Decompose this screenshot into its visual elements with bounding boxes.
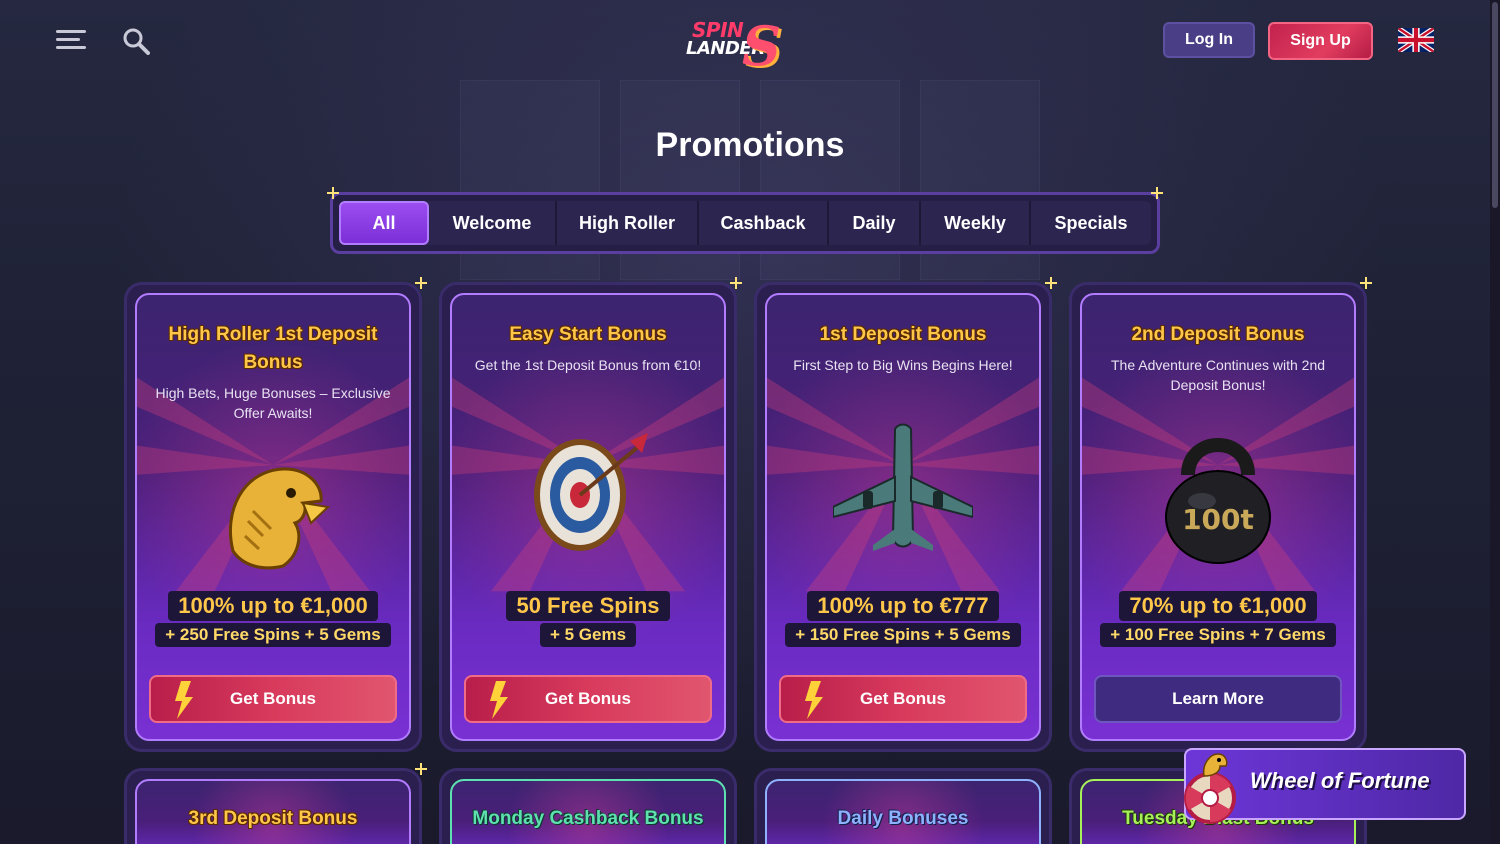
search-icon[interactable] — [122, 27, 150, 55]
offer-sub: + 250 Free Spins + 5 Gems — [137, 623, 409, 647]
card-description: High Bets, Huge Bonuses – Exclusive Offe… — [155, 385, 391, 421]
card-title: Monday Cashback Bonus — [472, 808, 704, 829]
offer-main: 50 Free Spins — [452, 591, 724, 621]
card-title: 2nd Deposit Bonus — [1131, 324, 1305, 345]
learn-more-button[interactable]: Learn More — [1094, 675, 1342, 723]
card-title: Daily Bonuses — [837, 808, 969, 829]
card-description: First Step to Big Wins Begins Here! — [793, 357, 1013, 373]
scrollbar-thumb[interactable] — [1492, 2, 1498, 208]
promo-card-1st-deposit: 1st Deposit Bonus First Step to Big Wins… — [754, 277, 1057, 752]
kettlebell-weight-label: 100t — [1182, 503, 1254, 536]
eagle-icon — [203, 441, 343, 581]
offer-sub: + 5 Gems — [452, 623, 724, 647]
wheel-of-fortune-label: Wheel of Fortune — [1250, 768, 1430, 793]
card-title: High Roller 1st Deposit Bonus — [168, 324, 378, 373]
get-bonus-button[interactable]: Get Bonus — [464, 675, 712, 723]
tab-all[interactable]: All — [339, 201, 429, 245]
card-title: 1st Deposit Bonus — [819, 324, 987, 345]
menu-icon[interactable] — [56, 28, 88, 52]
uk-flag-icon[interactable] — [1398, 28, 1434, 52]
offer-sub: + 150 Free Spins + 5 Gems — [767, 623, 1039, 647]
button-label: Get Bonus — [545, 689, 631, 708]
promo-card-easy-start: Easy Start Bonus Get the 1st Deposit Bon… — [439, 277, 742, 752]
button-label: Learn More — [1172, 689, 1264, 708]
wheel-icon — [1184, 772, 1236, 824]
promo-card-monday-cashback: Monday Cashback Bonus — [439, 768, 737, 844]
top-header: SPIN LANDER S Log In Sign Up — [0, 0, 1500, 80]
tab-specials[interactable]: Specials — [1031, 201, 1151, 245]
lightning-icon — [490, 681, 508, 719]
airplane-icon — [832, 419, 974, 559]
button-label: Get Bonus — [860, 689, 946, 708]
logo-mark: S — [742, 14, 781, 78]
promo-card-2nd-deposit: 2nd Deposit Bonus The Adventure Continue… — [1069, 277, 1372, 752]
get-bonus-button[interactable]: Get Bonus — [149, 675, 397, 723]
promo-card-daily-bonuses: Daily Bonuses — [754, 768, 1052, 844]
target-icon — [518, 419, 658, 559]
tab-cashback[interactable]: Cashback — [699, 201, 829, 245]
button-label: Get Bonus — [230, 689, 316, 708]
offer-main: 100% up to €1,000 — [137, 591, 409, 621]
tab-daily[interactable]: Daily — [829, 201, 921, 245]
promo-tabs: All Welcome High Roller Cashback Daily W… — [327, 187, 1163, 254]
get-bonus-button[interactable]: Get Bonus — [779, 675, 1027, 723]
card-title: 3rd Deposit Bonus — [188, 808, 358, 829]
signup-button[interactable]: Sign Up — [1268, 22, 1373, 60]
spinlander-logo[interactable]: SPIN LANDER S — [678, 14, 810, 78]
offer-sub: + 100 Free Spins + 7 Gems — [1082, 623, 1354, 647]
promo-card-3rd-deposit: 3rd Deposit Bonus — [124, 763, 427, 844]
tab-high-roller[interactable]: High Roller — [557, 201, 699, 245]
offer-main: 70% up to €1,000 — [1082, 591, 1354, 621]
card-description: Get the 1st Deposit Bonus from €10! — [474, 357, 702, 373]
offer-main: 100% up to €777 — [767, 591, 1039, 621]
lightning-icon — [175, 681, 193, 719]
login-button[interactable]: Log In — [1163, 22, 1255, 58]
promo-card-high-roller: High Roller 1st Deposit Bonus High Bets,… — [124, 277, 427, 752]
tab-weekly[interactable]: Weekly — [921, 201, 1031, 245]
lightning-icon — [805, 681, 823, 719]
page-title: Promotions — [655, 126, 845, 164]
card-description: The Adventure Continues with 2nd Deposit… — [1110, 357, 1326, 393]
wheel-of-fortune-button[interactable]: Wheel of Fortune — [1184, 748, 1466, 824]
kettlebell-icon: 100t — [1148, 425, 1288, 565]
eagle-mascot-icon — [1202, 753, 1228, 777]
card-title: Easy Start Bonus — [509, 324, 667, 345]
tab-welcome[interactable]: Welcome — [429, 201, 557, 245]
